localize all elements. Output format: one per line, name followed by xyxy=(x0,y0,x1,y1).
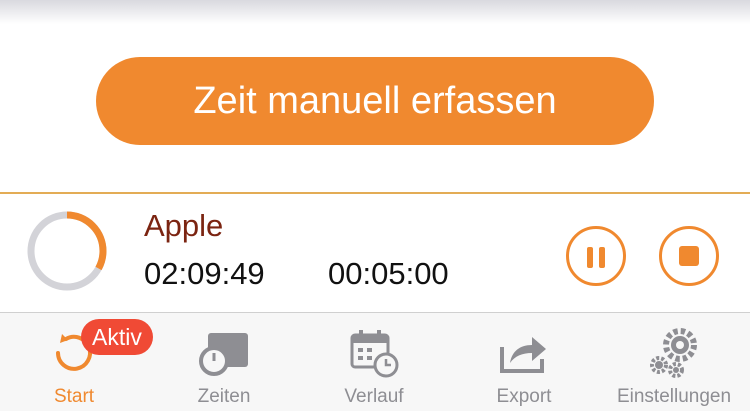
tab-zeiten[interactable]: Zeiten xyxy=(168,313,280,412)
tab-bar: Aktiv Start Zeiten Verlauf Export Einste… xyxy=(0,312,750,411)
stop-button[interactable] xyxy=(659,226,719,286)
tab-label-zeiten: Zeiten xyxy=(197,386,251,407)
tab-start[interactable]: Aktiv Start xyxy=(18,313,153,412)
tab-einstellungen[interactable]: Einstellungen xyxy=(602,313,746,412)
interval-time: 00:05:00 xyxy=(328,256,449,291)
active-badge: Aktiv xyxy=(81,319,153,355)
stopwatch-box-icon xyxy=(199,333,248,376)
manual-entry-button[interactable]: Zeit manuell erfassen xyxy=(96,57,654,145)
project-name: Apple xyxy=(144,208,224,243)
progress-ring xyxy=(27,211,107,291)
calendar-clock-icon xyxy=(350,330,399,378)
tab-verlauf[interactable]: Verlauf xyxy=(318,313,430,412)
share-export-icon xyxy=(500,337,546,373)
tab-export[interactable]: Export xyxy=(468,313,580,412)
tab-label-start: Start xyxy=(53,386,95,407)
top-shadow xyxy=(0,0,750,24)
tab-label-export: Export xyxy=(496,386,552,407)
tab-label-einstellungen: Einstellungen xyxy=(616,386,732,407)
pause-icon xyxy=(587,247,593,268)
tab-label-verlauf: Verlauf xyxy=(344,386,404,407)
active-timer-row[interactable]: Apple 02:09:49 00:05:00 xyxy=(0,194,750,312)
pause-icon-bar xyxy=(599,247,605,268)
elapsed-time: 02:09:49 xyxy=(144,256,265,291)
pause-button[interactable] xyxy=(566,226,626,286)
stop-icon xyxy=(679,246,699,266)
gears-icon xyxy=(650,328,697,378)
